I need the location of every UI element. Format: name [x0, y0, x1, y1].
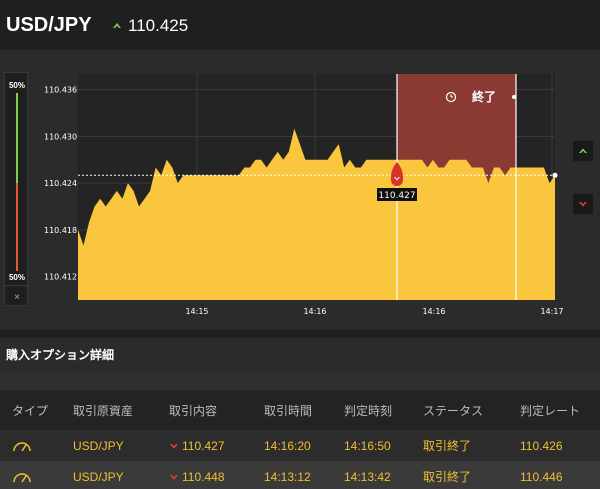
x-tick-label: 14:17 [540, 307, 563, 316]
high-button[interactable] [573, 141, 593, 161]
row-asset: USD/JPY [73, 438, 124, 453]
row-trade-time: 14:13:12 [264, 469, 311, 484]
row-rate: 110.448 [182, 469, 225, 484]
down-arrow-icon [170, 474, 178, 479]
down-arrow-icon [170, 443, 178, 448]
section-title: 購入オプション詳細 [6, 348, 115, 362]
table-header-row: タイプ 取引原資産 取引内容 取引時間 判定時刻 ステータス 判定レート [0, 390, 600, 430]
side-divider [5, 285, 29, 286]
gauge-icon [12, 461, 32, 489]
table-spacer [0, 372, 600, 390]
header-asset: 取引原資産 [73, 403, 134, 418]
header-judge-time: 判定時刻 [344, 403, 393, 418]
price-chart[interactable]: 110.436 110.430 110.424 110.418 110.412 14:1… [0, 0, 600, 330]
table-row[interactable]: USD/JPY 110.448 14:13:12 14:13:42 取引終了 1… [0, 461, 600, 489]
row-judge-rate: 110.446 [520, 469, 563, 484]
row-judge-rate: 110.426 [520, 438, 563, 453]
purchase-table: タイプ 取引原資産 取引内容 取引時間 判定時刻 ステータス 判定レート USD… [0, 372, 600, 489]
x-tick-label: 14:16 [422, 307, 445, 316]
row-trade-time: 14:16:20 [264, 438, 311, 453]
section-divider [0, 330, 600, 338]
row-content: 110.427 [169, 430, 225, 461]
close-icon[interactable]: × [5, 292, 29, 303]
row-status: 取引終了 [423, 470, 472, 484]
row-asset: USD/JPY [73, 469, 124, 484]
down-arrow-icon [579, 202, 587, 207]
row-content: 110.448 [169, 461, 225, 489]
row-status: 取引終了 [423, 439, 472, 453]
x-axis-ticks: 14:15 14:16 14:16 14:17 [185, 307, 563, 316]
table-row[interactable]: USD/JPY 110.427 14:16:20 14:16:50 取引終了 1… [0, 430, 600, 461]
entry-label: 110.427 [378, 191, 415, 201]
down-bar [16, 183, 18, 271]
header-status: ステータス [423, 403, 484, 418]
header-content: 取引内容 [169, 403, 218, 418]
header-trade-time: 取引時間 [264, 403, 313, 418]
up-bar [16, 93, 18, 183]
up-percentage: 50% [8, 81, 25, 90]
y-tick-label: 110.418 [44, 226, 77, 235]
down-percentage: 50% [8, 273, 25, 282]
expiry-dot [512, 95, 516, 99]
y-tick-label: 110.412 [44, 273, 77, 282]
x-tick-label: 14:15 [185, 307, 208, 316]
x-tick-label: 14:16 [303, 307, 326, 316]
row-judge-time: 14:16:50 [344, 438, 391, 453]
y-tick-label: 110.436 [44, 86, 77, 95]
y-axis-ticks: 110.436 110.430 110.424 110.418 110.412 [44, 86, 77, 282]
current-price-dot [552, 172, 558, 178]
y-tick-label: 110.430 [44, 132, 77, 141]
header-judge-rate: 判定レート [520, 403, 581, 418]
gauge-icon [12, 430, 32, 461]
up-arrow-icon [579, 148, 587, 153]
y-tick-label: 110.424 [44, 179, 77, 188]
side-sentiment-panel: 50% 50% × [4, 72, 29, 306]
row-rate: 110.427 [182, 438, 225, 453]
row-judge-time: 14:13:42 [344, 469, 391, 484]
low-button[interactable] [573, 194, 593, 214]
expiry-text: 終了 [472, 89, 496, 104]
header-type: タイプ [12, 403, 49, 418]
